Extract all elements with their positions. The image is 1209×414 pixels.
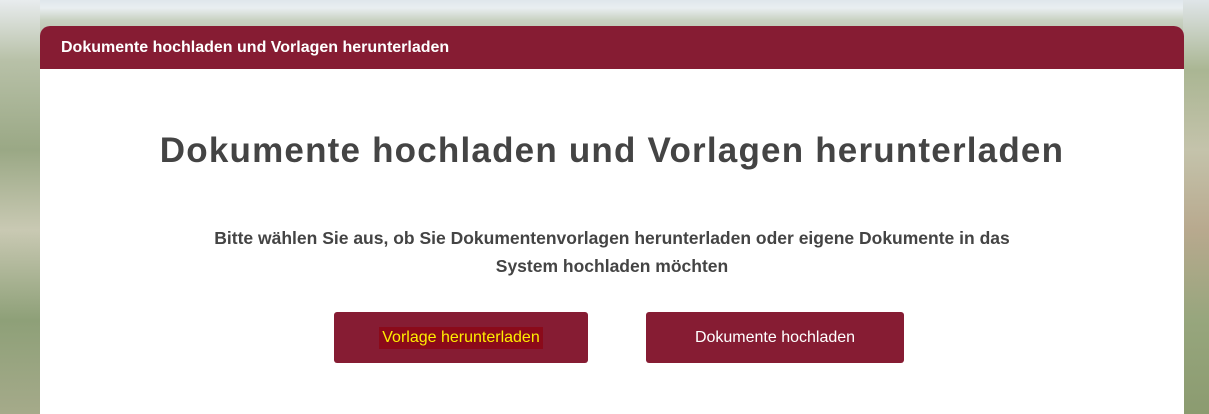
instruction-text: Bitte wählen Sie aus, ob Sie Dokumentenv… [214,228,1010,276]
action-buttons: Vorlage herunterladen Dokumente hochlade… [40,312,1184,363]
background-landscape-right [1183,0,1209,414]
upload-documents-button[interactable]: Dokumente hochladen [646,312,904,363]
panel-header: Dokumente hochladen und Vorlagen herunte… [40,26,1184,69]
panel-body: Dokumente hochladen und Vorlagen herunte… [40,69,1184,363]
download-template-label: Vorlage herunterladen [379,326,543,349]
background-landscape-left [0,0,40,414]
panel-header-title: Dokumente hochladen und Vorlagen herunte… [61,38,450,56]
page-title: Dokumente hochladen und Vorlagen herunte… [159,131,1065,170]
download-template-button[interactable]: Vorlage herunterladen [334,312,588,363]
upload-download-panel: Dokumente hochladen und Vorlagen herunte… [40,26,1184,414]
